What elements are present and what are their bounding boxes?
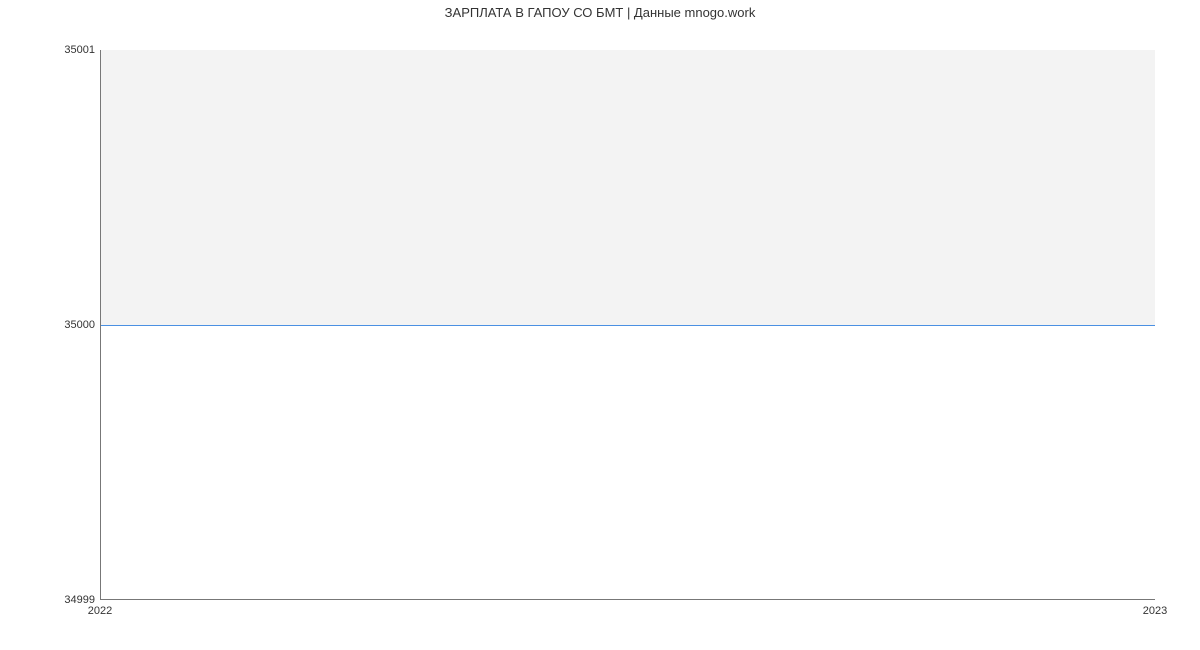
chart-container: ЗАРПЛАТА В ГАПОУ СО БМТ | Данные mnogo.w… (0, 0, 1200, 650)
y-tick-top: 35001 (64, 44, 95, 56)
series-line (101, 325, 1155, 326)
area-fill (101, 50, 1155, 325)
x-tick-left: 2022 (88, 605, 112, 617)
chart-title: ЗАРПЛАТА В ГАПОУ СО БМТ | Данные mnogo.w… (0, 5, 1200, 20)
y-tick-mid: 35000 (64, 319, 95, 331)
x-tick-right: 2023 (1143, 605, 1167, 617)
plot-area (100, 50, 1155, 600)
